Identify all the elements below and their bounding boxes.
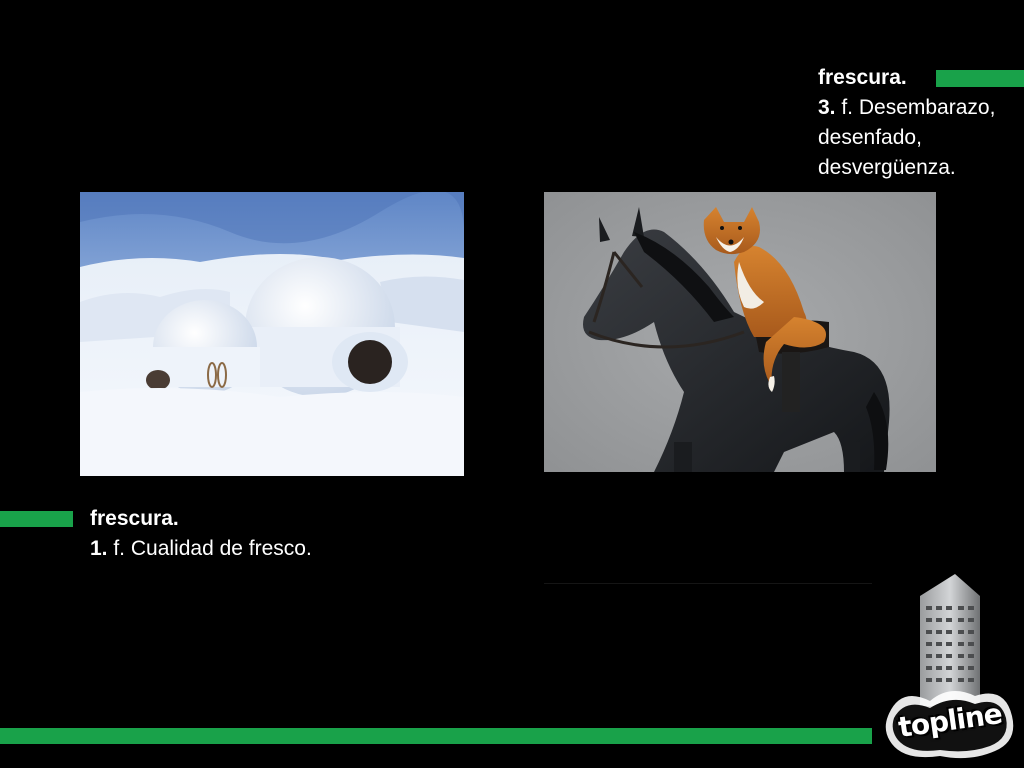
definition-number: 1.	[90, 537, 108, 560]
accent-bar-bottom	[0, 728, 872, 744]
divider-line	[544, 583, 872, 584]
igloo-illustration	[80, 192, 464, 476]
fox-horse-illustration	[544, 192, 936, 472]
definition-term: frescura.	[90, 507, 179, 530]
definition-text: f. Cualidad de fresco.	[107, 537, 312, 560]
definition-text-line2: desenfado,	[818, 126, 922, 149]
definition-frescura-3: frescura. 3. f. Desembarazo, desenfado, …	[818, 63, 1018, 183]
definition-text-line3: desvergüenza.	[818, 156, 956, 179]
igloo-photo	[80, 192, 464, 476]
accent-bar-left	[0, 511, 73, 527]
definition-frescura-1: frescura. 1. f. Cualidad de fresco.	[90, 504, 390, 564]
fox-riding-horse-photo	[544, 192, 936, 472]
definition-text-line1: f. Desembarazo,	[835, 96, 996, 119]
topline-logo: topline	[880, 566, 1020, 766]
definition-number: 3.	[818, 96, 836, 119]
definition-term: frescura.	[818, 66, 907, 89]
slide: frescura. 3. f. Desembarazo, desenfado, …	[0, 0, 1024, 768]
